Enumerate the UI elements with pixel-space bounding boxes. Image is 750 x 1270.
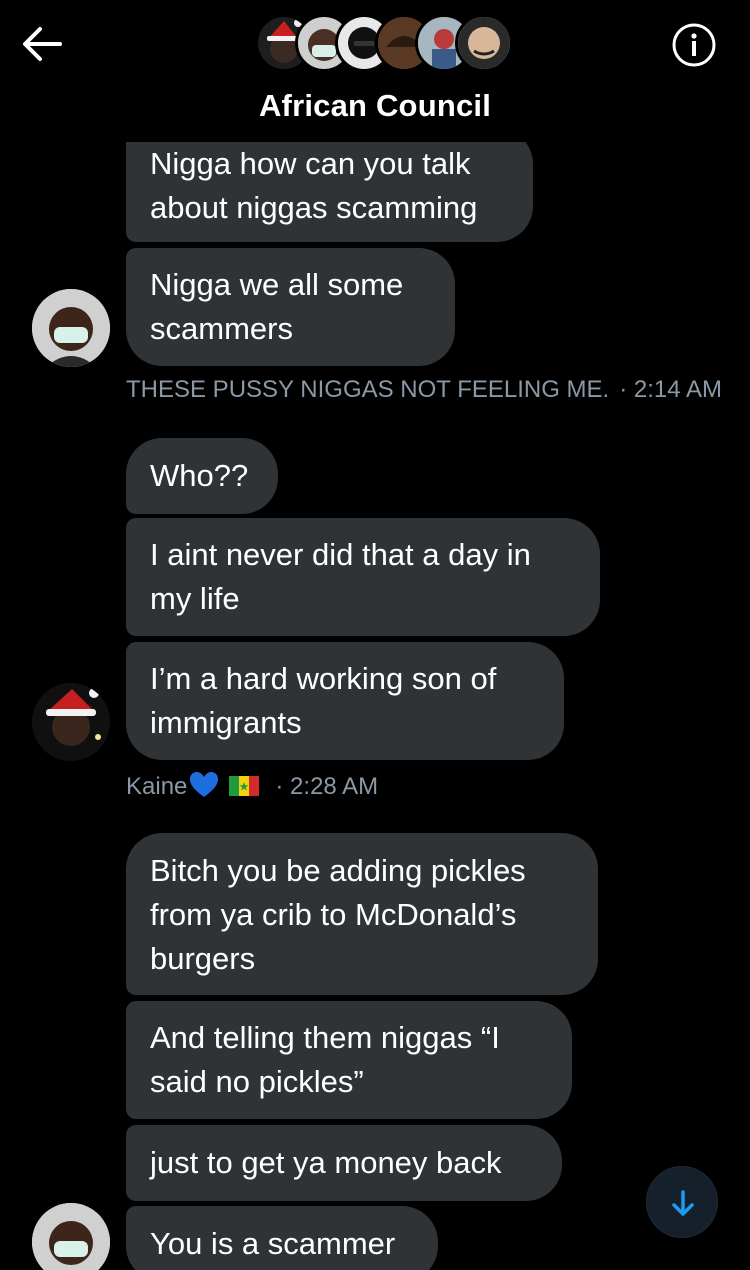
arrow-down-icon [672, 1190, 694, 1216]
message-time: · 2:14 AM [619, 376, 722, 403]
conversation-title: African Council [258, 88, 492, 123]
message-bubble[interactable]: Bitch you be adding pickles from ya crib… [126, 833, 598, 995]
back-button[interactable] [20, 24, 64, 64]
message-meta: THESE PUSSY NIGGAS NOT FEELING ME. · 2:14… [126, 376, 722, 404]
group-member-avatar [455, 14, 513, 72]
message-bubble[interactable]: just to get ya money back [126, 1125, 562, 1201]
sender-name: THESE PUSSY NIGGAS NOT FEELING ME. [126, 376, 610, 403]
conversation-header: African Council [0, 0, 750, 142]
message-bubble[interactable]: I aint never did that a day in my life [126, 518, 600, 636]
senegal-flag-emoji [229, 776, 260, 796]
message-bubble[interactable]: You is a scammer [126, 1206, 438, 1270]
message-bubble[interactable]: Nigga we all some scammers [126, 248, 455, 366]
arrow-left-icon [23, 27, 62, 61]
message-bubble[interactable]: Who?? [126, 438, 278, 514]
message-bubble[interactable]: I’m a hard working son of immigrants [126, 642, 564, 760]
sender-avatar[interactable] [32, 289, 110, 367]
scroll-to-bottom-button[interactable] [646, 1166, 718, 1238]
message-bubble[interactable]: Nigga how can you talk about niggas scam… [126, 128, 533, 242]
message-bubble[interactable]: And telling them niggas “I said no pickl… [126, 1001, 572, 1119]
message-meta: Kaine · 2:28 AM [126, 771, 378, 801]
dm-conversation-screen: African Council Nigga how can you talk a… [0, 0, 750, 1270]
blue-heart-emoji [190, 772, 219, 797]
sender-avatar[interactable] [32, 683, 110, 761]
sender-name: Kaine [126, 773, 188, 800]
group-avatars[interactable] [255, 14, 513, 74]
sender-avatar[interactable] [32, 1203, 110, 1270]
info-icon [672, 23, 716, 67]
info-button[interactable] [671, 22, 717, 68]
message-time: · 2:28 AM [275, 773, 379, 800]
